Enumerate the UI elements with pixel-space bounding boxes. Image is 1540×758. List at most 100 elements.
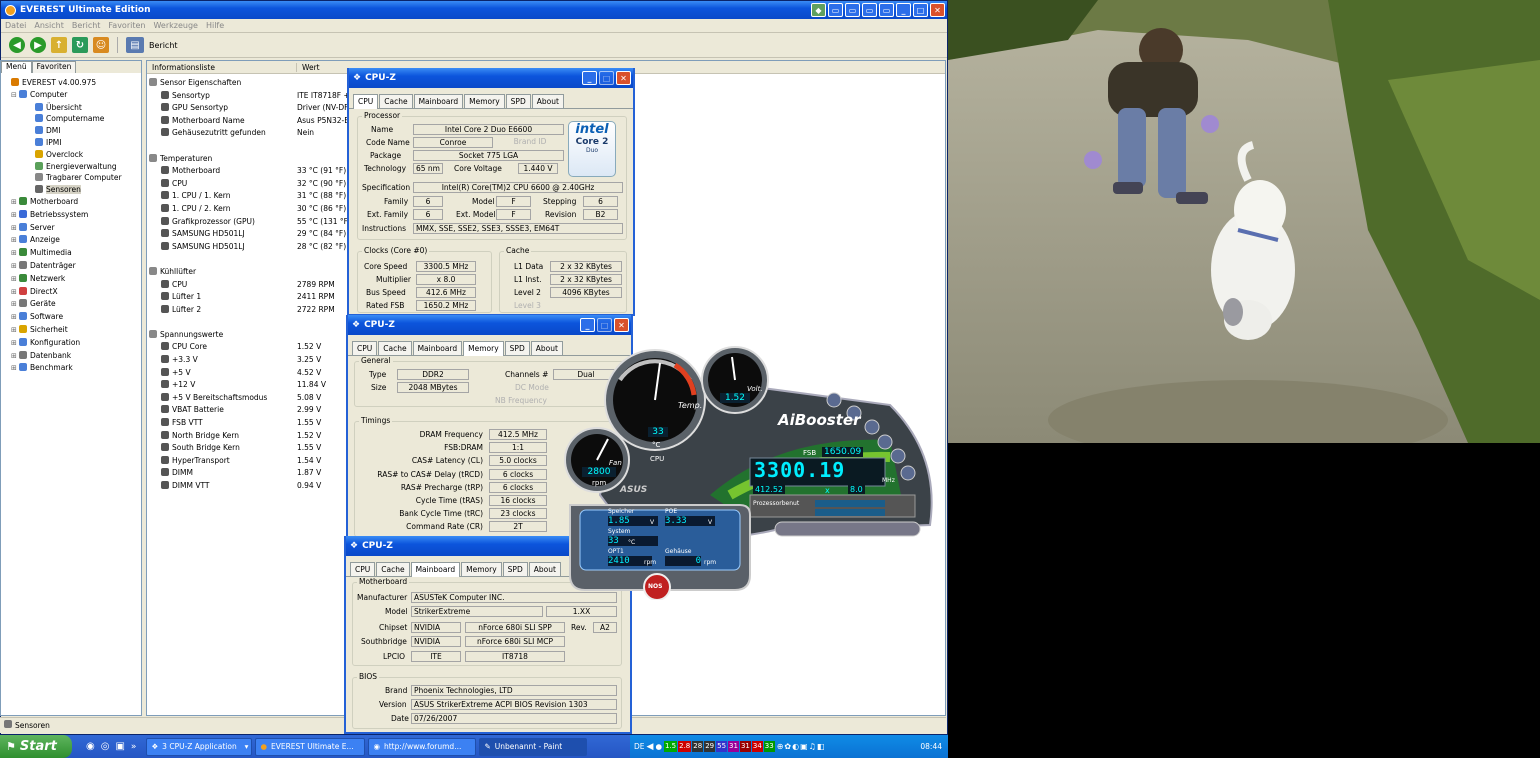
task-browser[interactable]: ◉ http://www.forumd... [368, 737, 477, 756]
tree-item[interactable]: ⊞ Motherboard [3, 196, 139, 209]
tab-about[interactable]: About [530, 341, 563, 355]
tab-spd[interactable]: SPD [502, 562, 528, 576]
menu-ansicht[interactable]: Ansicht [34, 21, 64, 30]
tab-cpu[interactable]: CPU [350, 562, 376, 576]
tab-mainboard[interactable]: Mainboard [412, 341, 463, 355]
tree-item[interactable]: ⊞ Sicherheit [3, 324, 139, 337]
quicklaunch-media-icon[interactable]: ▣ [115, 741, 124, 752]
tab-memory[interactable]: Memory [461, 562, 502, 576]
nos-button[interactable]: NOS [648, 583, 662, 590]
tab-about[interactable]: About [531, 94, 564, 108]
tree-item[interactable]: ⊞ Datenbank [3, 350, 139, 363]
task-paint[interactable]: ✎ Unbenannt - Paint [479, 737, 588, 756]
menu-bericht[interactable]: Bericht [72, 21, 101, 30]
task-everest[interactable]: ● EVEREST Ultimate E... [255, 737, 366, 756]
tab-memory[interactable]: Memory [464, 94, 505, 108]
tree-item[interactable]: Overclock [3, 149, 139, 161]
tree-item[interactable]: Computername [3, 113, 139, 125]
expand-icon[interactable]: ⊟ [11, 90, 19, 102]
skin3-icon[interactable]: ▭ [845, 3, 860, 17]
everest-titlebar[interactable]: EVEREST Ultimate Edition ◆ ▭ ▭ ▭ ▭ _ □ ✕ [1, 1, 947, 19]
tray-monitor-value[interactable]: 31 [739, 741, 751, 752]
expand-icon[interactable]: ⊞ [11, 235, 19, 247]
cpuz-cpu-titlebar[interactable]: ❖ CPU-Z _ □ ✕ [349, 68, 633, 88]
users-icon[interactable]: ☺ [93, 37, 109, 53]
column-value[interactable]: Wert [297, 63, 320, 72]
expand-icon[interactable]: ⊞ [11, 299, 19, 311]
minimize-button[interactable]: _ [896, 3, 911, 17]
expand-icon[interactable]: ⊞ [11, 248, 19, 260]
tab-about[interactable]: About [528, 562, 561, 576]
menu-hilfe[interactable]: Hilfe [206, 21, 224, 30]
tree-item[interactable]: ⊞ Netzwerk [3, 273, 139, 286]
cpuz-memory-maximize-button[interactable]: □ [597, 318, 612, 332]
menu-werkzeuge[interactable]: Werkzeuge [153, 21, 197, 30]
tree-item[interactable]: ⊞ Server [3, 222, 139, 235]
column-info[interactable]: Informationsliste [147, 62, 297, 72]
tray-monitor-value[interactable]: 28 [692, 741, 704, 752]
asus-aibooster-widget[interactable]: Temp. 33 °C CPU Volt. 1.52 Fan 2800 rpm … [560, 345, 940, 601]
skin4-icon[interactable]: ▭ [862, 3, 877, 17]
tab-spd[interactable]: SPD [504, 341, 530, 355]
quicklaunch-ie-icon[interactable]: ◉ [86, 741, 95, 752]
tab-favoriten[interactable]: Favoriten [31, 61, 77, 73]
tab-cpu[interactable]: CPU [352, 341, 378, 355]
expand-icon[interactable]: ⊞ [11, 325, 19, 337]
tab-menu[interactable]: Menü [1, 61, 32, 73]
expand-icon[interactable]: ⊞ [11, 261, 19, 273]
tab-mainboard[interactable]: Mainboard [413, 94, 464, 108]
maximize-button[interactable]: □ [913, 3, 928, 17]
tree-item[interactable]: IPMI [3, 137, 139, 149]
up-folder-icon[interactable]: ↑ [51, 37, 67, 53]
tray-monitor-value[interactable]: 31 [728, 741, 739, 752]
tree-item[interactable]: ⊟ Computer [3, 89, 139, 102]
menu-datei[interactable]: Datei [5, 21, 26, 30]
menu-favoriten[interactable]: Favoriten [108, 21, 145, 30]
tree-item[interactable]: ⊞ Datenträger [3, 260, 139, 273]
close-button[interactable]: ✕ [930, 3, 945, 17]
expand-icon[interactable]: ⊞ [11, 351, 19, 363]
tray-monitor-value[interactable]: 2.8 [678, 741, 692, 752]
tree-item[interactable]: Sensoren [3, 184, 139, 196]
report-icon[interactable]: ▤ [126, 37, 144, 53]
skin5-icon[interactable]: ▭ [879, 3, 894, 17]
quicklaunch-firefox-icon[interactable]: ◎ [101, 741, 110, 752]
tree-item[interactable]: ⊞ DirectX [3, 286, 139, 299]
tab-memory[interactable]: Memory [463, 341, 504, 356]
back-icon[interactable]: ◀ [9, 37, 25, 53]
tree-item[interactable]: ⊞ Anzeige [3, 234, 139, 247]
skin2-icon[interactable]: ▭ [828, 3, 843, 17]
tab-cache[interactable]: Cache [378, 341, 412, 355]
tab-mainboard[interactable]: Mainboard [410, 562, 461, 577]
tree-item[interactable]: ⊞ Benchmark [3, 362, 139, 375]
tab-cpu[interactable]: CPU [353, 94, 379, 109]
tree-item[interactable]: ⊞ Software [3, 311, 139, 324]
tab-cache[interactable]: Cache [376, 562, 410, 576]
cpuz-cpu-maximize-button[interactable]: □ [599, 71, 614, 85]
tray-monitor-value[interactable]: 55 [716, 741, 728, 752]
tray-monitor-value[interactable]: 29 [704, 741, 716, 752]
tree-item[interactable]: Energieverwaltung [3, 161, 139, 173]
tray-monitor-value[interactable]: 1.5 [663, 741, 678, 752]
tree-item[interactable]: ⊞ Konfiguration [3, 337, 139, 350]
tray-arrow-icon[interactable]: ◀ [647, 742, 654, 752]
cpuz-cpu-close-button[interactable]: ✕ [616, 71, 631, 85]
cpuz-cpu-minimize-button[interactable]: _ [582, 71, 597, 85]
tree-item[interactable]: ⊞ Multimedia [3, 247, 139, 260]
tree-item[interactable]: EVEREST v4.00.975 [3, 77, 139, 89]
cpuz-memory-minimize-button[interactable]: _ [580, 318, 595, 332]
expand-icon[interactable]: ⊞ [11, 287, 19, 299]
tray-monitor-value[interactable]: 33 [763, 741, 775, 752]
expand-icon[interactable]: ⊞ [11, 363, 19, 375]
tree-item[interactable]: ⊞ Geräte [3, 298, 139, 311]
tray-monitor-value[interactable]: 34 [751, 741, 763, 752]
cpuz-memory-close-button[interactable]: ✕ [614, 318, 629, 332]
refresh-icon[interactable]: ↻ [72, 37, 88, 53]
expand-icon[interactable]: ⊞ [11, 312, 19, 324]
expand-icon[interactable]: ⊞ [11, 274, 19, 286]
tab-cache[interactable]: Cache [379, 94, 413, 108]
expand-icon[interactable]: ⊞ [11, 197, 19, 209]
task-cpuz[interactable]: ❖ 3 CPU-Z Application ▾ [146, 737, 253, 756]
forward-icon[interactable]: ▶ [30, 37, 46, 53]
expand-icon[interactable]: ⊞ [11, 223, 19, 235]
